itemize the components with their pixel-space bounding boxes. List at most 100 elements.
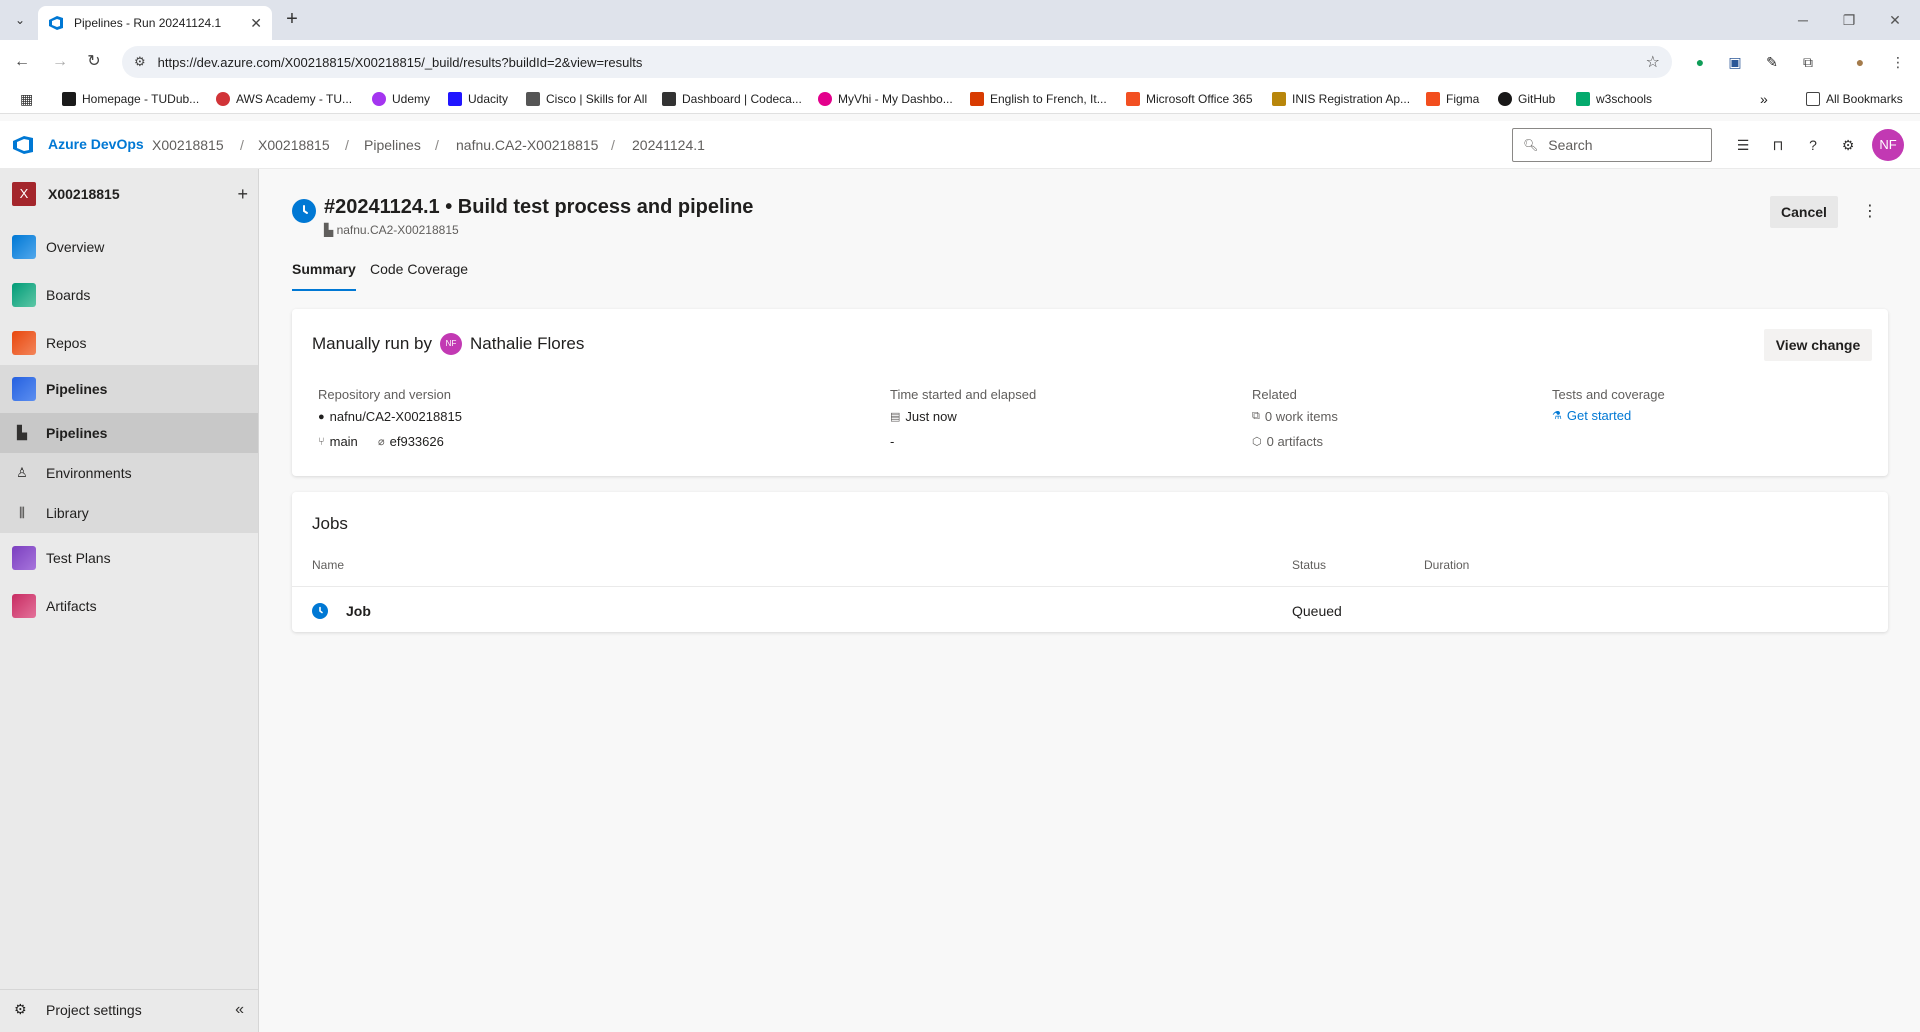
- back-icon[interactable]: ←: [10, 50, 34, 74]
- related-label: Related: [1252, 387, 1297, 402]
- column-header-name: Name: [312, 558, 345, 572]
- extensions-puzzle-icon[interactable]: ⧉: [1798, 52, 1818, 72]
- job-name[interactable]: Job: [346, 603, 371, 619]
- search-input[interactable]: 🔍︎ Search: [1512, 128, 1712, 162]
- bookmark-w3schools[interactable]: w3schools: [1576, 90, 1652, 108]
- tests-coverage-label: Tests and coverage: [1552, 387, 1665, 402]
- reload-icon[interactable]: ↻: [82, 50, 106, 74]
- project-name: X00218815: [48, 186, 120, 202]
- bookmark-homepage[interactable]: Homepage - TUDub...: [62, 90, 199, 108]
- site-info-icon[interactable]: ⚙: [134, 54, 146, 70]
- browser-tab[interactable]: Pipelines - Run 20241124.1 ✕: [38, 6, 272, 40]
- more-bookmarks-icon[interactable]: »: [1760, 90, 1768, 108]
- address-bar[interactable]: ⚙ https://dev.azure.com/X00218815/X00218…: [122, 46, 1672, 78]
- ado-header: Azure DevOps X00218815 / X00218815 / Pip…: [0, 121, 1920, 169]
- repo-version-label: Repository and version: [318, 387, 451, 402]
- breadcrumb-project[interactable]: X00218815: [258, 137, 330, 153]
- breadcrumb-run[interactable]: 20241124.1: [632, 137, 705, 153]
- tab-search-chevron-icon[interactable]: ⌄: [6, 8, 34, 32]
- minimize-icon[interactable]: ─: [1780, 6, 1826, 34]
- cancel-button[interactable]: Cancel: [1770, 196, 1838, 228]
- time-elapsed: -: [890, 434, 895, 449]
- sidebar-item-boards[interactable]: Boards: [0, 275, 258, 315]
- bookmark-github[interactable]: GitHub: [1498, 90, 1555, 108]
- sidebar-subitem-library[interactable]: ⫼ Library: [0, 493, 258, 533]
- collapse-sidebar-icon[interactable]: «: [235, 1001, 244, 1019]
- sidebar-subitem-environments[interactable]: ♙ Environments: [0, 453, 258, 493]
- bookmark-inis[interactable]: INIS Registration Ap...: [1272, 90, 1410, 108]
- forward-icon[interactable]: →: [48, 50, 72, 74]
- get-started-link[interactable]: ⚗ Get started: [1552, 408, 1631, 423]
- bookmark-codecademy[interactable]: Dashboard | Codeca...: [662, 90, 802, 108]
- tab-close-icon[interactable]: ✕: [250, 15, 262, 32]
- commit-link[interactable]: ⌀ ef933626: [378, 434, 444, 449]
- sidebar-item-overview[interactable]: Overview: [0, 227, 258, 267]
- bookmark-wordreference[interactable]: English to French, It...: [970, 90, 1107, 108]
- profile-avatar-icon[interactable]: ●: [1850, 52, 1870, 72]
- column-header-duration: Duration: [1424, 558, 1470, 572]
- library-icon: ⫼: [19, 505, 25, 520]
- help-icon[interactable]: ?: [1803, 135, 1823, 155]
- work-items-checklist-icon[interactable]: ☰: [1733, 135, 1753, 155]
- bookmark-cisco[interactable]: Cisco | Skills for All: [526, 90, 647, 108]
- sidebar-item-test-plans[interactable]: Test Plans: [0, 538, 258, 578]
- bookmark-udemy[interactable]: Udemy: [372, 90, 430, 108]
- jobs-title: Jobs: [312, 514, 348, 533]
- run-summary-card: Manually run by NF Nathalie Flores View …: [292, 309, 1888, 476]
- breadcrumb-separator: /: [611, 137, 615, 153]
- window-close-icon[interactable]: ✕: [1872, 6, 1918, 34]
- artifacts-link[interactable]: ⬡ 0 artifacts: [1252, 434, 1323, 449]
- work-items-link[interactable]: ⧉ 0 work items: [1252, 409, 1338, 424]
- new-tab-button[interactable]: +: [280, 8, 304, 32]
- all-bookmarks-folder[interactable]: All Bookmarks: [1806, 90, 1903, 108]
- more-actions-icon[interactable]: ⋮: [1858, 196, 1882, 228]
- view-change-button[interactable]: View change: [1764, 329, 1872, 361]
- bookmark-favicon-icon: [62, 92, 76, 106]
- repo-link[interactable]: ● nafnu/CA2-X00218815: [318, 409, 462, 424]
- bookmark-favicon-icon: [448, 92, 462, 106]
- job-status: Queued: [1292, 603, 1342, 619]
- time-started: ▤ Just now: [890, 409, 957, 424]
- test-plans-icon: [12, 546, 36, 570]
- project-selector[interactable]: X X00218815 +: [12, 181, 248, 207]
- browser-tabstrip: ⌄ Pipelines - Run 20241124.1 ✕ + ─ ❐ ✕: [0, 0, 1920, 40]
- extension-icon[interactable]: ▣: [1725, 52, 1745, 72]
- user-avatar[interactable]: NF: [1872, 129, 1904, 161]
- breadcrumb-pipeline-name[interactable]: nafnu.CA2-X00218815: [456, 137, 598, 153]
- bookmark-aws-academy[interactable]: AWS Academy - TU...: [216, 90, 352, 108]
- tab-code-coverage[interactable]: Code Coverage: [370, 255, 468, 291]
- pipeline-subtitle[interactable]: ▙ nafnu.CA2-X00218815: [324, 223, 459, 237]
- add-icon[interactable]: +: [237, 184, 248, 205]
- bookmark-office-365[interactable]: Microsoft Office 365: [1126, 90, 1253, 108]
- sidebar-subitem-pipelines[interactable]: ▙ Pipelines: [0, 413, 258, 453]
- bookmark-star-icon[interactable]: ☆: [1646, 52, 1660, 72]
- bookmark-favicon-icon: [372, 92, 386, 106]
- sidebar-item-pipelines[interactable]: Pipelines: [0, 365, 258, 413]
- ado-brand[interactable]: Azure DevOps: [48, 136, 144, 152]
- bookmark-udacity[interactable]: Udacity: [448, 90, 508, 108]
- manual-run-by: Manually run by NF Nathalie Flores: [312, 333, 585, 355]
- sidebar-item-repos[interactable]: Repos: [0, 323, 258, 363]
- sidebar-item-artifacts[interactable]: Artifacts: [0, 586, 258, 626]
- restore-icon[interactable]: ❐: [1826, 6, 1872, 34]
- user-settings-icon[interactable]: ⚙: [1838, 135, 1858, 155]
- calendar-icon: ▤: [890, 411, 901, 423]
- tab-summary[interactable]: Summary: [292, 255, 356, 291]
- breadcrumb-pipelines[interactable]: Pipelines: [364, 137, 421, 153]
- left-navigation: X X00218815 + Overview Boards Repos Pipe…: [0, 169, 259, 1032]
- pen-extension-icon[interactable]: ✎: [1762, 52, 1782, 72]
- grammarly-extension-icon[interactable]: ●: [1690, 52, 1710, 72]
- marketplace-bag-icon[interactable]: ⊓: [1768, 135, 1788, 155]
- pipelines-sub-icon: ▙: [17, 425, 27, 440]
- divider: [292, 586, 1888, 587]
- breadcrumb-organization[interactable]: X00218815: [152, 137, 224, 153]
- azure-devops-logo-icon[interactable]: [12, 134, 34, 156]
- apps-grid-icon[interactable]: ▦: [20, 91, 33, 108]
- bookmark-figma[interactable]: Figma: [1426, 90, 1479, 108]
- branch-link[interactable]: ⑂ main: [318, 434, 358, 449]
- boards-icon: [12, 283, 36, 307]
- browser-menu-icon[interactable]: ⋮: [1888, 52, 1908, 72]
- project-settings-link[interactable]: ⚙ Project settings «: [0, 989, 258, 1029]
- bookmark-myvhi[interactable]: MyVhi - My Dashbo...: [818, 90, 953, 108]
- work-item-icon: ⧉: [1252, 410, 1260, 422]
